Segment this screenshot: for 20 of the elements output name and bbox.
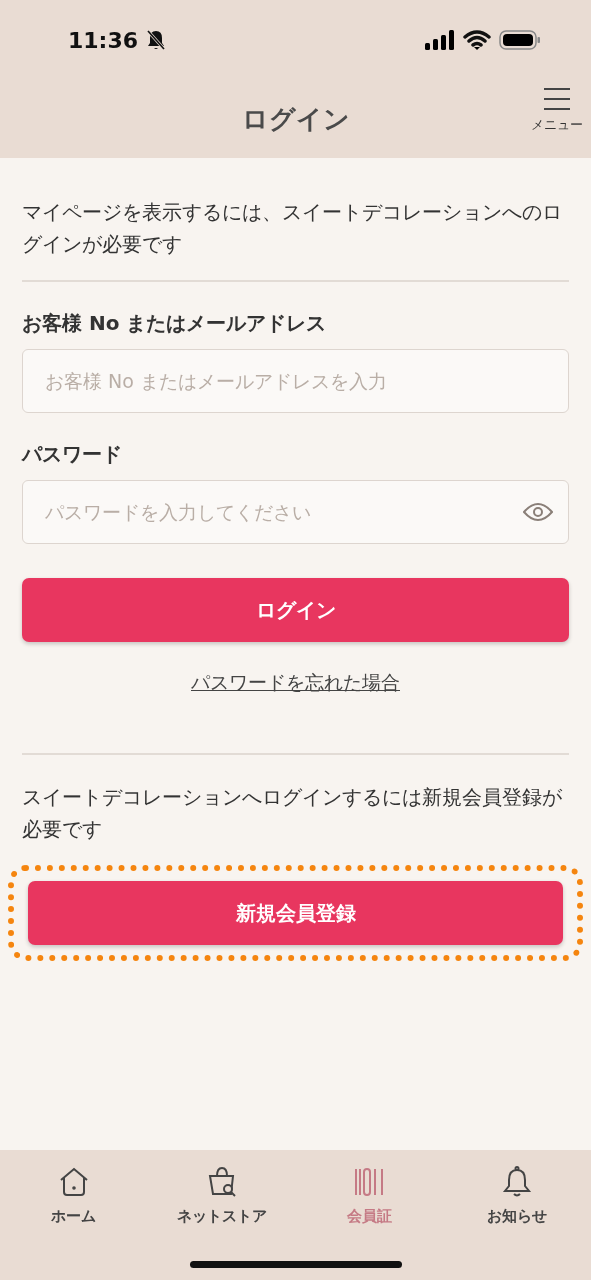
tab-bar-item[interactable]: ホーム xyxy=(0,1164,148,1227)
login-required-text: マイページを表示するには、スイートデコレーションへのログインが必要です xyxy=(22,199,563,258)
login-button[interactable]: ログイン xyxy=(22,578,569,642)
menu-button[interactable]: メニュー xyxy=(531,88,583,134)
register-button[interactable]: 新規会員登録 xyxy=(28,881,563,945)
register-note-text: スイートデコレーションへログインするには新規会員登録が必要です xyxy=(22,784,563,843)
password-field[interactable]: パスワードを入力してください xyxy=(22,480,569,544)
field-label: パスワード xyxy=(22,441,123,468)
forgot-password-link[interactable]: パスワードを忘れた場合 xyxy=(191,670,400,696)
tab-bar-item[interactable]: お知らせ xyxy=(443,1164,591,1227)
input-field[interactable]: お客様 No またはメールアドレスを入力 xyxy=(22,349,569,413)
menu-icon xyxy=(543,88,571,110)
field-label: お客様 No またはメールアドレス xyxy=(22,310,328,337)
signal-icon xyxy=(425,30,455,50)
page-title: ログイン xyxy=(241,102,350,136)
status-time: 11:36 xyxy=(68,27,139,53)
wifi-icon xyxy=(463,30,491,50)
battery-icon xyxy=(499,29,541,51)
tab-bar-item[interactable]: ネットストア xyxy=(147,1164,296,1227)
eye-icon[interactable] xyxy=(523,502,553,522)
